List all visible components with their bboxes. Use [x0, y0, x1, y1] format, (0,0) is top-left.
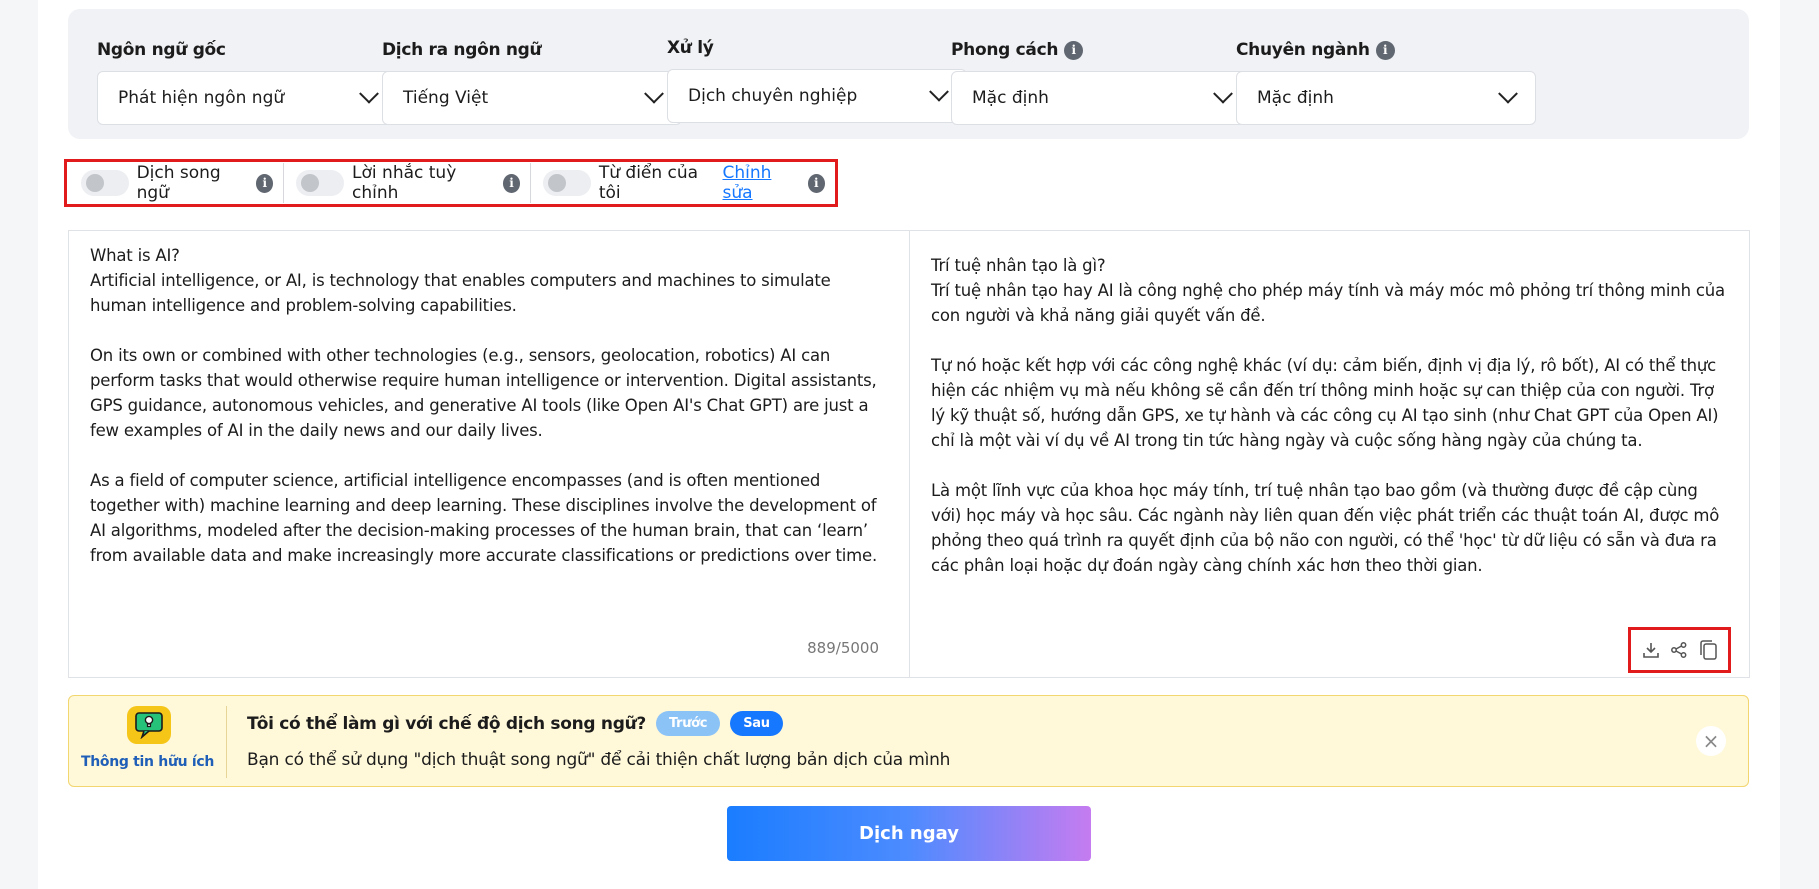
translate-now-button[interactable]: Dịch ngay	[727, 806, 1091, 861]
filter-label-text: Phong cách	[951, 40, 1059, 60]
info-icon[interactable]: i	[256, 173, 274, 193]
translation-options: Dịch song ngữ i Lời nhắc tuỳ chỉnh i Từ …	[64, 159, 838, 207]
translated-text-panel: Trí tuệ nhân tạo là gì? Trí tuệ nhân tạo…	[909, 230, 1750, 678]
chevron-down-icon	[644, 83, 664, 104]
filter-label: Phong cách i	[951, 39, 1251, 61]
tip-badge: Thông tin hữu ích	[69, 706, 227, 778]
style-select[interactable]: Mặc định	[951, 71, 1251, 125]
output-actions	[1628, 627, 1731, 673]
select-value: Tiếng Việt	[403, 88, 489, 108]
chevron-down-icon	[929, 81, 949, 102]
edit-dictionary-link[interactable]: Chỉnh sửa	[722, 163, 799, 203]
filter-label-text: Chuyên ngành	[1236, 40, 1370, 60]
domain-select[interactable]: Mặc định	[1236, 71, 1536, 125]
tip-prev-button[interactable]: Trước	[655, 711, 721, 736]
tip-title-text: Tôi có thể làm gì với chế độ dịch song n…	[247, 713, 646, 734]
dictionary-label: Từ điển của tôi	[598, 163, 699, 203]
tip-caption: Thông tin hữu ích	[80, 754, 215, 770]
translated-text: Trí tuệ nhân tạo là gì? Trí tuệ nhân tạo…	[931, 256, 1725, 575]
source-language-select[interactable]: Phát hiện ngôn ngữ	[97, 71, 397, 125]
style-filter: Phong cách i Mặc định	[951, 39, 1251, 125]
copy-icon[interactable]	[1697, 639, 1719, 661]
info-icon[interactable]: i	[502, 173, 521, 193]
custom-prompt-label: Lời nhắc tuỳ chỉnh	[352, 163, 457, 203]
select-value: Mặc định	[972, 88, 1049, 108]
select-value: Dịch chuyên nghiệp	[688, 86, 858, 106]
dictionary-toggle[interactable]	[543, 170, 591, 196]
tip-next-button[interactable]: Sau	[730, 711, 783, 736]
filter-label: Xử lý	[667, 38, 714, 58]
bilingual-toggle[interactable]	[81, 170, 129, 196]
source-text[interactable]: What is AI? Artificial intelligence, or …	[90, 243, 883, 568]
processing-filter: Xử lý Dịch chuyên nghiệp	[667, 37, 967, 123]
chevron-down-icon	[1213, 83, 1233, 104]
custom-prompt-option: Lời nhắc tuỳ chỉnh i	[283, 163, 530, 203]
lightbulb-icon	[127, 706, 171, 744]
tip-body: Bạn có thể sử dụng "dịch thuật song ngữ"…	[247, 750, 951, 770]
source-text-panel[interactable]: What is AI? Artificial intelligence, or …	[68, 230, 910, 678]
processing-select[interactable]: Dịch chuyên nghiệp	[667, 69, 967, 123]
filter-label: Ngôn ngữ gốc	[97, 40, 226, 60]
filter-label: Chuyên ngành i	[1236, 39, 1536, 61]
bilingual-label: Dịch song ngữ	[136, 163, 221, 203]
info-icon[interactable]: i	[807, 173, 826, 193]
dictionary-option: Từ điển của tôi Chỉnh sửa i	[530, 163, 835, 203]
domain-filter: Chuyên ngành i Mặc định	[1236, 39, 1536, 125]
select-value: Mặc định	[1257, 88, 1334, 108]
character-counter: 889/5000	[807, 639, 879, 657]
filter-bar: Ngôn ngữ gốc Phát hiện ngôn ngữ Dịch ra …	[68, 9, 1749, 139]
custom-prompt-toggle[interactable]	[296, 170, 345, 196]
tip-title: Tôi có thể làm gì với chế độ dịch song n…	[247, 711, 783, 736]
chevron-down-icon	[359, 83, 379, 104]
chevron-down-icon	[1498, 83, 1518, 104]
helpful-tip-banner: Thông tin hữu ích Tôi có thể làm gì với …	[68, 695, 1749, 787]
select-value: Phát hiện ngôn ngữ	[118, 88, 285, 108]
target-language-select[interactable]: Tiếng Việt	[382, 71, 682, 125]
share-icon[interactable]	[1668, 639, 1690, 661]
close-icon[interactable]: ×	[1696, 726, 1726, 756]
download-icon[interactable]	[1640, 639, 1662, 661]
source-language-filter: Ngôn ngữ gốc Phát hiện ngôn ngữ	[97, 39, 397, 125]
target-language-filter: Dịch ra ngôn ngữ Tiếng Việt	[382, 39, 682, 125]
filter-label: Dịch ra ngôn ngữ	[382, 40, 542, 60]
bilingual-option: Dịch song ngữ i	[81, 163, 283, 203]
info-icon[interactable]: i	[1064, 40, 1084, 60]
info-icon[interactable]: i	[1375, 40, 1395, 60]
